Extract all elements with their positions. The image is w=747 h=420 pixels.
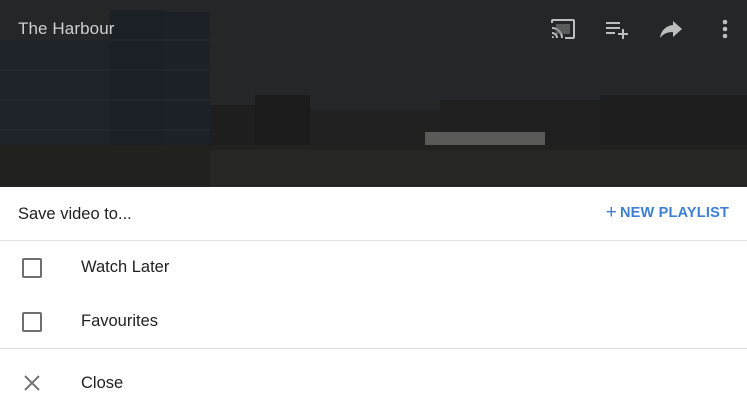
video-player[interactable]: The Harbour [0,0,747,187]
close-icon [24,375,40,391]
close-button[interactable]: Close [0,357,747,411]
share-icon[interactable] [656,14,686,44]
playlist-item-label: Favourites [81,312,159,330]
new-playlist-label: NEW PLAYLIST [619,204,729,221]
divider [0,348,747,349]
cast-icon[interactable] [548,14,578,44]
sheet-header: Save video to... + NEW PLAYLIST [0,187,747,241]
playlist-item-favourites[interactable]: Favourites [0,295,747,349]
close-label: Close [81,374,124,392]
playlist-item-label: Watch Later [81,258,170,276]
checkbox-favourites[interactable] [22,312,42,332]
video-title: The Harbour [18,19,115,38]
playlist-item-watch-later[interactable]: Watch Later [0,241,747,295]
save-to-playlist-sheet: Save video to... + NEW PLAYLIST Watch La… [0,187,747,420]
plus-icon: + [605,202,617,223]
new-playlist-button[interactable]: + NEW PLAYLIST [606,203,729,222]
sheet-title: Save video to... [18,205,132,223]
checkbox-watch-later[interactable] [22,258,42,278]
add-to-queue-icon[interactable] [602,14,632,44]
more-vert-icon[interactable] [710,14,740,44]
